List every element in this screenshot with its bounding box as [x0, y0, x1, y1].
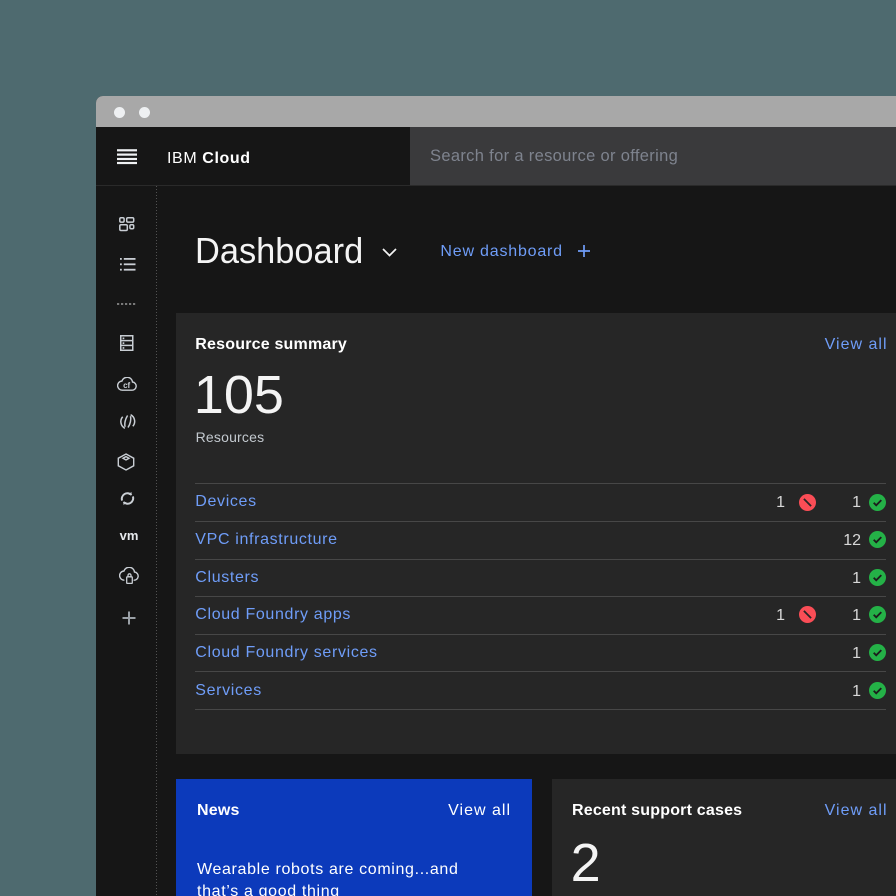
svg-text:cf: cf — [123, 381, 130, 390]
